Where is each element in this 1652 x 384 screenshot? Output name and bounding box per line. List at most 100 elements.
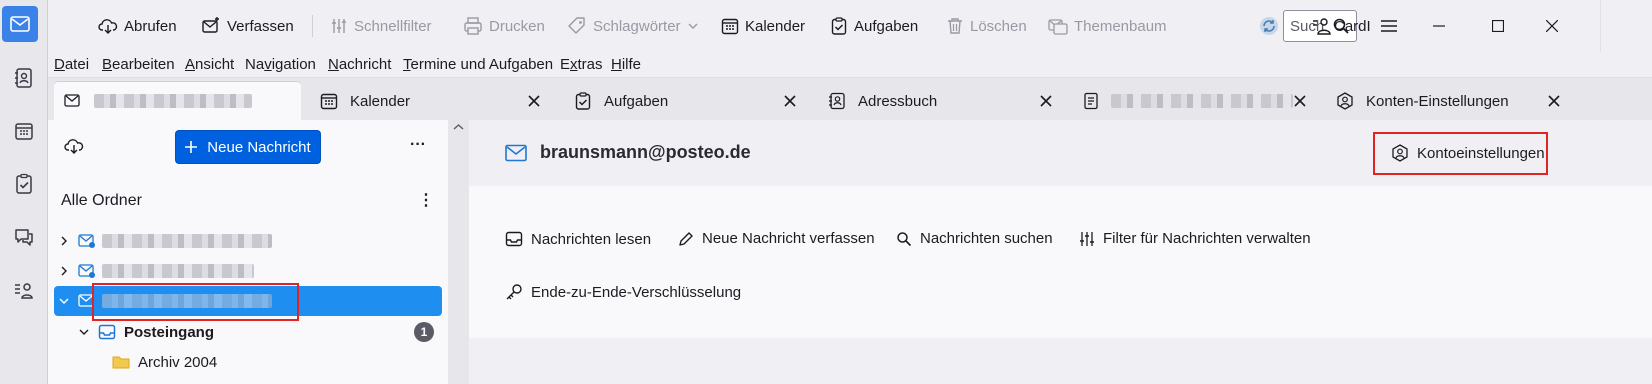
menu-view[interactable]: Ansicht [185,56,234,73]
menu-events-tasks[interactable]: Termine und Aufgaben [403,56,553,73]
folder-pane-header: Alle Ordner [61,192,142,209]
print-label: Drucken [489,17,545,35]
tasks-icon [831,17,847,35]
message-document-icon [1084,92,1098,110]
mail-folder-icon [64,94,80,107]
tab-close-button[interactable] [784,82,796,120]
chat-space-button[interactable] [4,219,44,255]
tab-account-settings[interactable]: Konten-Einstellungen [1326,82,1652,120]
tab-label: Adressbuch [858,92,938,110]
get-messages-label: Abrufen [124,17,177,35]
folder-account-row[interactable] [54,256,442,286]
chevron-down-icon [688,23,698,29]
tab-message[interactable] [1073,82,1323,120]
write-label: Verfassen [227,17,294,35]
tab-bar: Kalender Aufgaben Adressbuch Konten-Eins… [48,78,1652,120]
tab-address-book[interactable]: Adressbuch [818,82,1068,120]
close-icon [1546,20,1558,32]
menu-navigation[interactable]: Navigation [245,56,316,73]
menu-edit[interactable]: Bearbeiten [102,56,175,73]
tag-icon [568,17,585,34]
menu-file[interactable]: Datei [54,56,89,73]
menu-help[interactable]: Hilfe [611,56,641,73]
calendar-space-button[interactable] [4,113,44,149]
thread-tree-button[interactable]: Themenbaum [1048,0,1167,52]
menu-message[interactable]: Nachricht [328,56,391,73]
folder-inbox-row[interactable]: Posteingang 1 [54,317,442,347]
tab-mail[interactable] [54,82,301,120]
close-icon [784,95,796,107]
tab-close-button[interactable] [528,82,540,120]
maximize-icon [1492,20,1504,32]
folder-account-row[interactable] [54,226,442,256]
key-icon [506,284,522,300]
mail-space-button[interactable] [2,6,38,42]
minimize-button[interactable] [1416,0,1462,52]
maximize-button[interactable] [1475,0,1521,52]
tags-label: Schlagwörter [593,17,681,35]
e2e-encryption-link[interactable]: Ende-zu-Ende-Verschlüsselung [505,283,741,301]
sync-button[interactable] [1258,0,1280,52]
search-messages-link[interactable]: Nachrichten suchen [896,230,1053,247]
inbox-icon [505,231,523,247]
new-message-button[interactable]: Neue Nachricht [175,130,321,164]
scroll-up-icon [453,124,464,130]
folder-account-row-selected[interactable] [54,286,442,316]
calendar-label: Kalender [745,17,806,35]
app-menu-button[interactable] [1366,0,1412,52]
tasks-icon [575,92,591,110]
account-settings-button[interactable]: Kontoeinstellungen [1391,144,1545,162]
folder-archive-row[interactable]: Archiv 2004 [54,347,442,377]
chevron-down-icon [59,298,69,304]
address-book-icon [15,68,32,88]
folder-header-menu-button[interactable]: ⋮ [418,190,434,210]
tab-tasks[interactable]: Aufgaben [564,82,814,120]
unread-count-badge: 1 [414,322,434,342]
tab-calendar[interactable]: Kalender [310,82,560,120]
cardbook-button[interactable]: CardI [1312,0,1371,52]
account-mail-icon [78,264,95,278]
tasks-space-button[interactable] [4,166,44,202]
calendar-icon [721,18,739,35]
thread-tree-icon [1048,19,1068,35]
account-mail-icon [78,234,95,248]
calendar-button[interactable]: Kalender [721,0,805,52]
tags-button[interactable]: Schlagwörter [567,0,699,52]
delete-button[interactable]: Löschen [946,0,1027,52]
hamburger-menu-icon [1381,20,1397,32]
address-book-icon [829,92,845,110]
delete-label: Löschen [970,17,1027,35]
minimize-icon [1433,25,1445,27]
account-mail-icon [78,294,94,307]
search-icon [897,231,912,246]
close-window-button[interactable] [1529,0,1575,52]
address-book-space-button[interactable] [4,60,44,96]
tab-close-button[interactable] [1548,82,1560,120]
quick-filter-button[interactable]: Schnellfilter [330,0,432,52]
filter-sliders-icon [332,19,346,33]
archive-label: Archiv 2004 [138,353,218,371]
menu-tools[interactable]: Extras [560,56,603,73]
tab-close-button[interactable] [1040,82,1052,120]
inbox-icon [98,324,116,340]
manage-filters-link[interactable]: Filter für Nachrichten verwalten [1079,230,1311,247]
cloud-download-icon [64,139,84,154]
e2e-encryption-label: Ende-zu-Ende-Verschlüsselung [531,283,742,301]
tab-label [94,94,252,108]
new-message-label: Neue Nachricht [207,138,311,156]
account-settings-label: Kontoeinstellungen [1417,144,1545,162]
tasks-label: Aufgaben [854,17,919,35]
write-button[interactable]: Verfassen [201,0,294,52]
get-messages-button[interactable] [64,136,84,156]
compose-message-link[interactable]: Neue Nachricht verfassen [678,230,875,247]
manage-filters-label: Filter für Nachrichten verwalten [1103,230,1311,247]
tasks-button[interactable]: Aufgaben [830,0,918,52]
contacts-list-space-button[interactable] [4,272,44,308]
tab-close-button[interactable] [1294,82,1306,120]
get-messages-button[interactable]: Abrufen [98,0,177,52]
print-button[interactable]: Drucken [463,0,545,52]
folder-pane-scrollbar[interactable] [448,120,469,384]
read-messages-link[interactable]: Nachrichten lesen [505,230,651,248]
thread-tree-label: Themenbaum [1074,17,1167,35]
folder-pane-more-button[interactable]: ··· [410,136,426,154]
